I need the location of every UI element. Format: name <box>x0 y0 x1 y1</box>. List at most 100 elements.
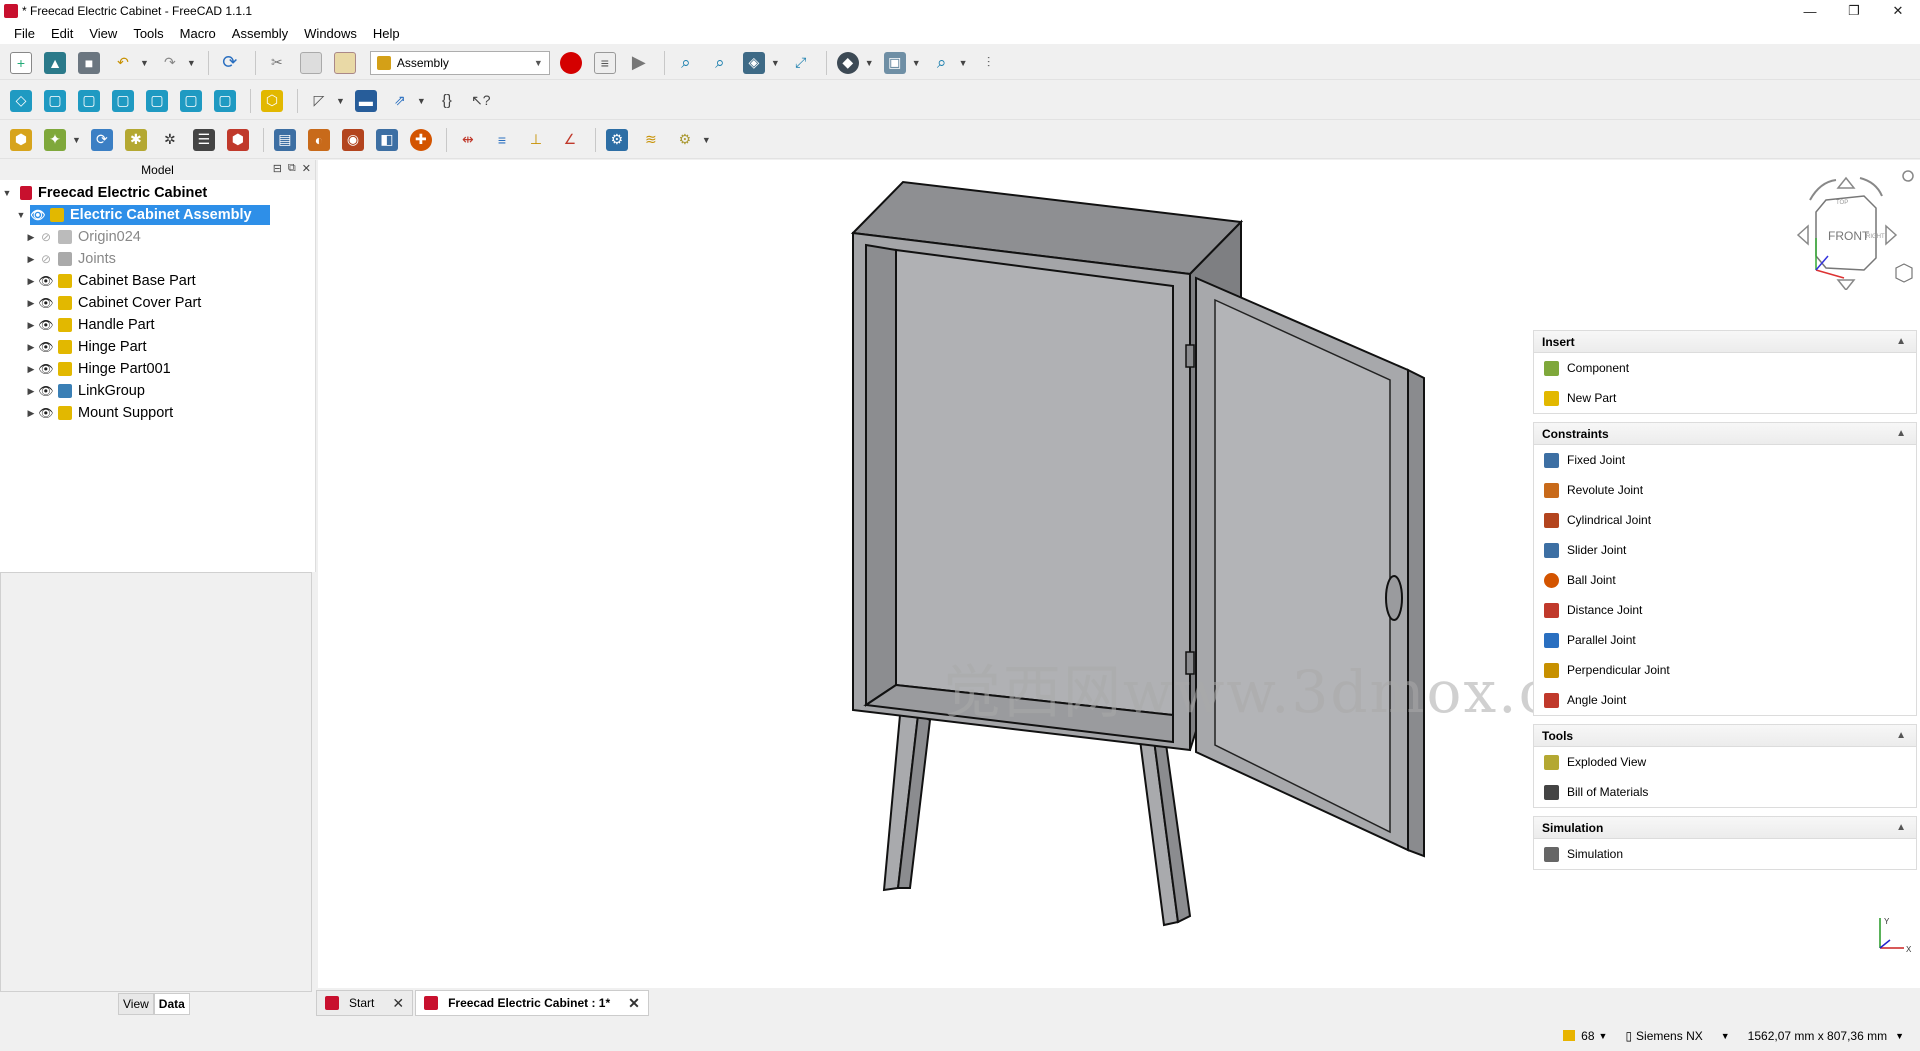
execute-macro-button[interactable]: ▶ <box>624 49 654 77</box>
std-views-dropdown-icon[interactable]: ▼ <box>771 58 780 68</box>
task-section-header[interactable]: Constraints ▲ <box>1534 423 1916 445</box>
whats-this-button[interactable]: ⫶ <box>974 49 1004 77</box>
layers-indicator[interactable]: 68 ▼ <box>1563 1029 1607 1043</box>
perpendicular-joint-button[interactable]: ⊥ <box>521 126 551 154</box>
workbench-selector[interactable]: Assembly ▼ <box>369 50 550 75</box>
task-item-revolute-joint[interactable]: Revolute Joint <box>1534 475 1916 505</box>
view-front-button[interactable]: ▢ <box>40 87 70 115</box>
link-dropdown-icon[interactable]: ▼ <box>417 96 426 106</box>
link-button[interactable]: ⇗ <box>385 87 415 115</box>
macro-editor-button[interactable]: ≡ <box>590 49 620 77</box>
expand-arrow-icon[interactable]: ▶ <box>24 232 38 243</box>
panel-float-icon[interactable]: ⊟ <box>273 162 282 175</box>
navcube-left-arrow[interactable] <box>1796 224 1809 246</box>
expand-arrow-icon[interactable]: ▶ <box>24 320 38 331</box>
visibility-eye-icon[interactable]: 👁 <box>30 208 46 222</box>
task-item-component[interactable]: Component <box>1534 353 1916 383</box>
fit-selection-button[interactable]: ⌕ <box>705 49 735 77</box>
cylindrical-joint-button[interactable]: ◉ <box>338 126 368 154</box>
task-item-angle-joint[interactable]: Angle Joint <box>1534 685 1916 715</box>
expand-arrow-icon[interactable]: ▶ <box>24 298 38 309</box>
menu-macro[interactable]: Macro <box>180 26 216 41</box>
visibility-eye-icon[interactable]: ⊘ <box>38 230 54 244</box>
collapse-arrow-icon[interactable]: ▼ <box>14 210 28 220</box>
fixed-joint-button[interactable]: ▤ <box>270 126 300 154</box>
tree-item[interactable]: ▶ 👁 Mount Support <box>0 402 315 424</box>
bounding-box-dropdown-icon[interactable]: ▼ <box>912 58 921 68</box>
tab-document[interactable]: Freecad Electric Cabinet : 1* ✕ <box>415 990 649 1016</box>
zoom-dropdown-icon[interactable]: ▼ <box>959 58 968 68</box>
insert-component-button[interactable]: ⬢ <box>6 126 36 154</box>
task-item-parallel-joint[interactable]: Parallel Joint <box>1534 625 1916 655</box>
menu-view[interactable]: View <box>89 26 117 41</box>
tree-item[interactable]: ▶ 👁 Hinge Part <box>0 336 315 358</box>
variable-set-button[interactable]: {} <box>432 87 462 115</box>
visibility-eye-icon[interactable]: 👁 <box>38 318 54 332</box>
solve-button[interactable]: ⟳ <box>87 126 117 154</box>
task-item-bill-of-materials[interactable]: Bill of Materials <box>1534 777 1916 807</box>
navcube-rotate-right[interactable] <box>1859 177 1883 197</box>
tree-item[interactable]: ▶ 👁 LinkGroup <box>0 380 315 402</box>
sketch-button[interactable]: ◸ <box>304 87 334 115</box>
task-section-header[interactable]: Insert ▲ <box>1534 331 1916 353</box>
screw-button[interactable]: ≋ <box>636 126 666 154</box>
undo-dropdown-icon[interactable]: ▼ <box>140 58 149 68</box>
open-button[interactable]: ▲ <box>40 49 70 77</box>
task-item-simulation[interactable]: Simulation <box>1534 839 1916 869</box>
bill-of-materials-button[interactable]: ☰ <box>189 126 219 154</box>
revolute-joint-button[interactable]: ◐ <box>304 126 334 154</box>
redo-button[interactable]: ↷ <box>155 49 185 77</box>
expand-arrow-icon[interactable]: ▶ <box>24 276 38 287</box>
refresh-button[interactable]: ⟳ <box>215 49 245 77</box>
view-right-button[interactable]: ▢ <box>108 87 138 115</box>
view-top-button[interactable]: ▢ <box>74 87 104 115</box>
save-button[interactable]: ■ <box>74 49 104 77</box>
angle-joint-button[interactable]: ∠ <box>555 126 585 154</box>
visibility-eye-icon[interactable]: 👁 <box>38 384 54 398</box>
task-item-slider-joint[interactable]: Slider Joint <box>1534 535 1916 565</box>
create-group-button[interactable]: ▬ <box>351 87 381 115</box>
menu-assembly[interactable]: Assembly <box>232 26 288 41</box>
visibility-eye-icon[interactable]: ⊘ <box>38 252 54 266</box>
navcube-up-arrow[interactable] <box>1836 176 1856 189</box>
expand-arrow-icon[interactable]: ▶ <box>24 254 38 265</box>
ball-joint-button[interactable]: ✚ <box>406 126 436 154</box>
collapse-caret-icon[interactable]: ▲ <box>1896 730 1906 741</box>
view-left-button[interactable]: ▢ <box>210 87 240 115</box>
task-item-new-part[interactable]: New Part <box>1534 383 1916 413</box>
fit-all-button[interactable]: ⌕ <box>671 49 701 77</box>
maximize-button[interactable]: ❐ <box>1832 0 1876 22</box>
exploded-view-button[interactable]: ✱ <box>121 126 151 154</box>
redo-dropdown-icon[interactable]: ▼ <box>187 58 196 68</box>
menu-file[interactable]: File <box>14 26 35 41</box>
distance-joint-button[interactable]: ⇹ <box>453 126 483 154</box>
simulation-button[interactable]: ✲ <box>155 126 185 154</box>
tree-item[interactable]: ▶ 👁 Handle Part <box>0 314 315 336</box>
panel-close-icon[interactable]: ✕ <box>302 162 311 175</box>
navcube-right-arrow[interactable] <box>1885 224 1898 246</box>
task-section-header[interactable]: Tools ▲ <box>1534 725 1916 747</box>
help-arrow-button[interactable]: ↖? <box>466 87 496 115</box>
copy-button[interactable] <box>296 49 326 77</box>
bounding-box-button[interactable]: ▣ <box>880 49 910 77</box>
create-part-button[interactable]: ⬡ <box>257 87 287 115</box>
tree-item[interactable]: ▶ 👁 Cabinet Base Part <box>0 270 315 292</box>
navigation-style-selector[interactable]: ▯ Siemens NX ▼ <box>1625 1029 1729 1043</box>
zoom-button[interactable]: ⌕ <box>927 49 957 77</box>
navcube-menu-circle[interactable] <box>1902 170 1914 182</box>
rack-pinion-button[interactable]: ⚙ <box>602 126 632 154</box>
draw-style-button[interactable]: ◆ <box>833 49 863 77</box>
panel-restore-icon[interactable]: ⧉ <box>288 162 296 175</box>
task-item-distance-joint[interactable]: Distance Joint <box>1534 595 1916 625</box>
parallel-joint-button[interactable]: ≡ <box>487 126 517 154</box>
sketch-dropdown-icon[interactable]: ▼ <box>336 96 345 106</box>
navcube-small-cube[interactable] <box>1895 263 1913 283</box>
task-item-perpendicular-joint[interactable]: Perpendicular Joint <box>1534 655 1916 685</box>
collapse-caret-icon[interactable]: ▲ <box>1896 428 1906 439</box>
expand-arrow-icon[interactable]: ▶ <box>24 386 38 397</box>
collapse-caret-icon[interactable]: ▲ <box>1896 336 1906 347</box>
gears-button[interactable]: ⚙ <box>670 126 700 154</box>
expand-arrow-icon[interactable]: ▶ <box>24 364 38 375</box>
task-section-header[interactable]: Simulation ▲ <box>1534 817 1916 839</box>
navcube-rotate-left[interactable] <box>1809 179 1837 201</box>
